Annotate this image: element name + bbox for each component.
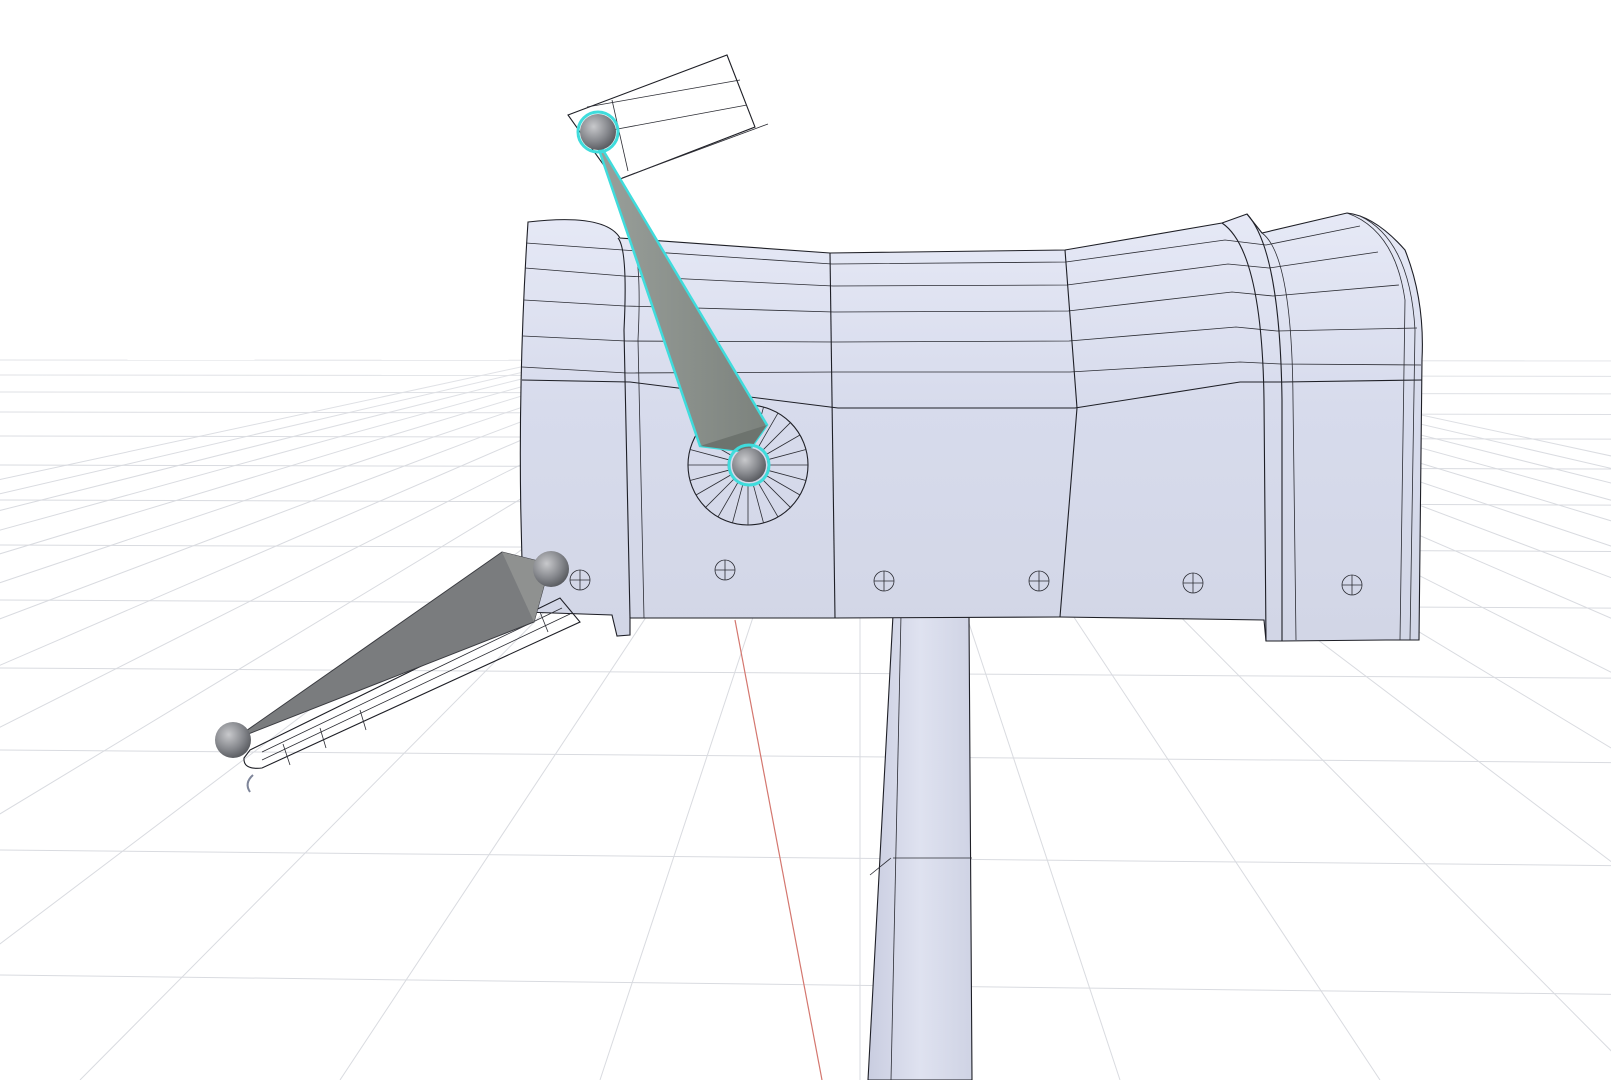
- door-bone-tail-joint[interactable]: [215, 722, 251, 758]
- grid-line: [0, 667, 1611, 679]
- flag-bone-tail-joint[interactable]: [732, 448, 766, 482]
- rivet: [714, 559, 736, 581]
- rivet: [569, 569, 591, 591]
- flag-bone-head-joint[interactable]: [580, 114, 616, 150]
- rivet: [1028, 570, 1050, 592]
- rivet: [873, 570, 895, 592]
- mailbox-post[interactable]: [867, 614, 973, 1080]
- rivet: [1341, 574, 1363, 596]
- scene-canvas[interactable]: [0, 0, 1611, 1080]
- grid-line: [0, 849, 1611, 867]
- door-bone[interactable]: [215, 551, 569, 758]
- x-axis-line: [734, 619, 823, 1080]
- rivet: [1182, 572, 1204, 594]
- door-bone-head-joint[interactable]: [533, 551, 569, 587]
- 3d-viewport[interactable]: [0, 0, 1611, 1080]
